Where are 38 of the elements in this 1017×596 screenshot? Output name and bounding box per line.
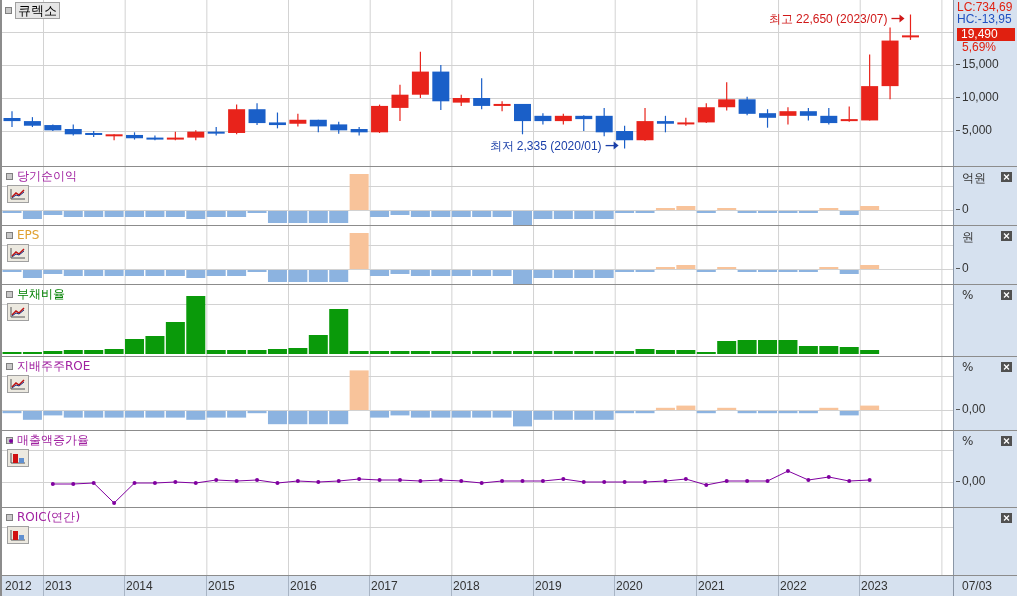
- unit-label: %: [962, 288, 974, 302]
- tick-label: 15,000: [962, 58, 999, 71]
- unit-label: %: [962, 434, 974, 448]
- unit-label: %: [962, 360, 974, 374]
- year-label: 2021: [698, 579, 725, 593]
- year-label: 2020: [616, 579, 643, 593]
- year-label: 2015: [208, 579, 235, 593]
- stock-name-button[interactable]: 큐렉소: [15, 2, 60, 19]
- year-label: 2013: [45, 579, 72, 593]
- annotation-label: 최저 2,335 (2020/01): [489, 137, 602, 155]
- unit-label: 원: [962, 229, 974, 246]
- tick-label: 0,00: [962, 403, 986, 416]
- date-label: 07/03: [962, 579, 993, 593]
- panel-title: ROIC(연간): [17, 510, 81, 524]
- hc-value: HC:-13,95: [957, 13, 1012, 26]
- tick-label: 0: [962, 262, 969, 275]
- year-label: 2018: [453, 579, 480, 593]
- panel-title: EPS: [17, 228, 40, 242]
- year-label: 2012: [5, 579, 32, 593]
- annotation-label: 최고 22,650 (2023/07): [768, 10, 888, 28]
- tick-label: 0: [962, 203, 969, 216]
- panel-title: 당기순이익: [17, 169, 77, 183]
- price-badge: 19,490: [957, 28, 1015, 41]
- tick-label: 0,00: [962, 475, 986, 488]
- year-label: 2022: [780, 579, 807, 593]
- change-percent: 5,69%: [962, 41, 997, 54]
- tick-label: 10,000: [962, 91, 999, 104]
- year-label: 2023: [861, 579, 888, 593]
- year-label: 2014: [126, 579, 153, 593]
- year-label: 2017: [371, 579, 398, 593]
- tick-label: 5,000: [962, 124, 993, 137]
- year-label: 2019: [535, 579, 562, 593]
- panel-title: 지배주주ROE: [17, 359, 91, 373]
- panel-title: 부채비율: [17, 287, 65, 301]
- panel-title: 매출액증가율: [17, 433, 89, 447]
- year-label: 2016: [290, 579, 317, 593]
- unit-label: 억원: [962, 170, 986, 187]
- lc-value: LC:734,69: [957, 1, 1013, 14]
